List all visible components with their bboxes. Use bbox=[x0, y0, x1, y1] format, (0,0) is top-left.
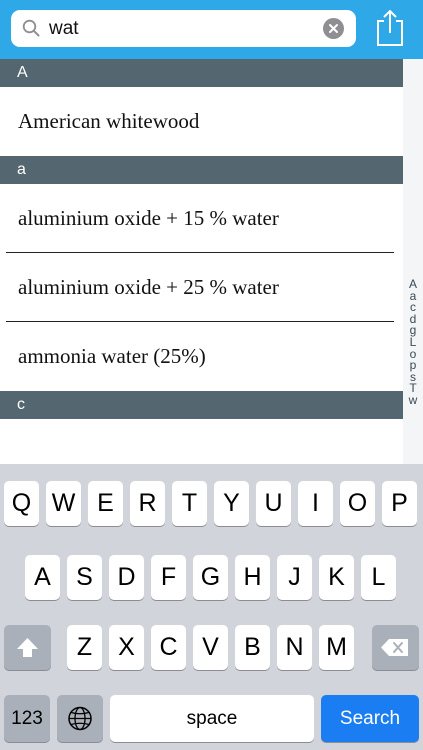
list-item[interactable]: ammonia water (25%) bbox=[0, 322, 403, 391]
shift-icon bbox=[17, 638, 38, 657]
delete-key[interactable] bbox=[372, 625, 419, 670]
key[interactable]: S bbox=[67, 555, 102, 600]
search-box[interactable] bbox=[11, 10, 356, 47]
search-key[interactable]: Search bbox=[321, 695, 419, 742]
share-button[interactable] bbox=[372, 8, 408, 48]
key[interactable]: G bbox=[193, 555, 228, 600]
key[interactable]: J bbox=[277, 555, 312, 600]
key[interactable]: Z bbox=[67, 625, 102, 670]
key[interactable]: M bbox=[319, 625, 354, 670]
key[interactable]: F bbox=[151, 555, 186, 600]
key[interactable]: H bbox=[235, 555, 270, 600]
clear-search-button[interactable] bbox=[323, 18, 344, 39]
search-input[interactable] bbox=[49, 14, 319, 43]
key[interactable]: C bbox=[151, 625, 186, 670]
shift-key[interactable] bbox=[4, 625, 51, 670]
key[interactable]: W bbox=[46, 481, 81, 526]
key[interactable]: T bbox=[172, 481, 207, 526]
globe-icon bbox=[68, 706, 92, 731]
key[interactable]: B bbox=[235, 625, 270, 670]
space-key[interactable]: space bbox=[110, 695, 314, 742]
key[interactable]: X bbox=[109, 625, 144, 670]
keyboard: Q W E R T Y U I O P A S D F G H J K L Z … bbox=[0, 464, 423, 750]
key[interactable]: E bbox=[88, 481, 123, 526]
key[interactable]: R bbox=[130, 481, 165, 526]
key[interactable]: Q bbox=[4, 481, 39, 526]
key[interactable]: O bbox=[340, 481, 375, 526]
key[interactable]: I bbox=[298, 481, 333, 526]
top-bar bbox=[0, 0, 423, 59]
list-item[interactable]: aluminium oxide + 25 % water bbox=[0, 253, 403, 322]
results-list: A American whitewood a aluminium oxide +… bbox=[0, 59, 403, 464]
key[interactable]: Y bbox=[214, 481, 249, 526]
key[interactable]: D bbox=[109, 555, 144, 600]
key[interactable]: K bbox=[319, 555, 354, 600]
section-header: c bbox=[0, 391, 403, 419]
search-icon bbox=[22, 19, 40, 37]
list-item[interactable]: aluminium oxide + 15 % water bbox=[0, 184, 403, 253]
index-letter[interactable]: w bbox=[409, 394, 418, 407]
key[interactable]: V bbox=[193, 625, 228, 670]
key[interactable]: P bbox=[382, 481, 417, 526]
key[interactable]: L bbox=[361, 555, 396, 600]
section-header: a bbox=[0, 156, 403, 184]
numbers-key[interactable]: 123 bbox=[4, 695, 50, 742]
globe-key[interactable] bbox=[57, 695, 103, 742]
key[interactable]: U bbox=[256, 481, 291, 526]
section-index[interactable]: A a c d g L o p s T w bbox=[403, 59, 423, 464]
key[interactable]: A bbox=[25, 555, 60, 600]
key[interactable]: N bbox=[277, 625, 312, 670]
clear-icon bbox=[329, 24, 338, 33]
backspace-icon bbox=[381, 639, 408, 656]
list-item[interactable]: American whitewood bbox=[0, 87, 403, 156]
list-item[interactable]: chlorohydrogen bbox=[0, 419, 403, 464]
section-header: A bbox=[0, 59, 403, 87]
share-icon bbox=[377, 9, 403, 46]
